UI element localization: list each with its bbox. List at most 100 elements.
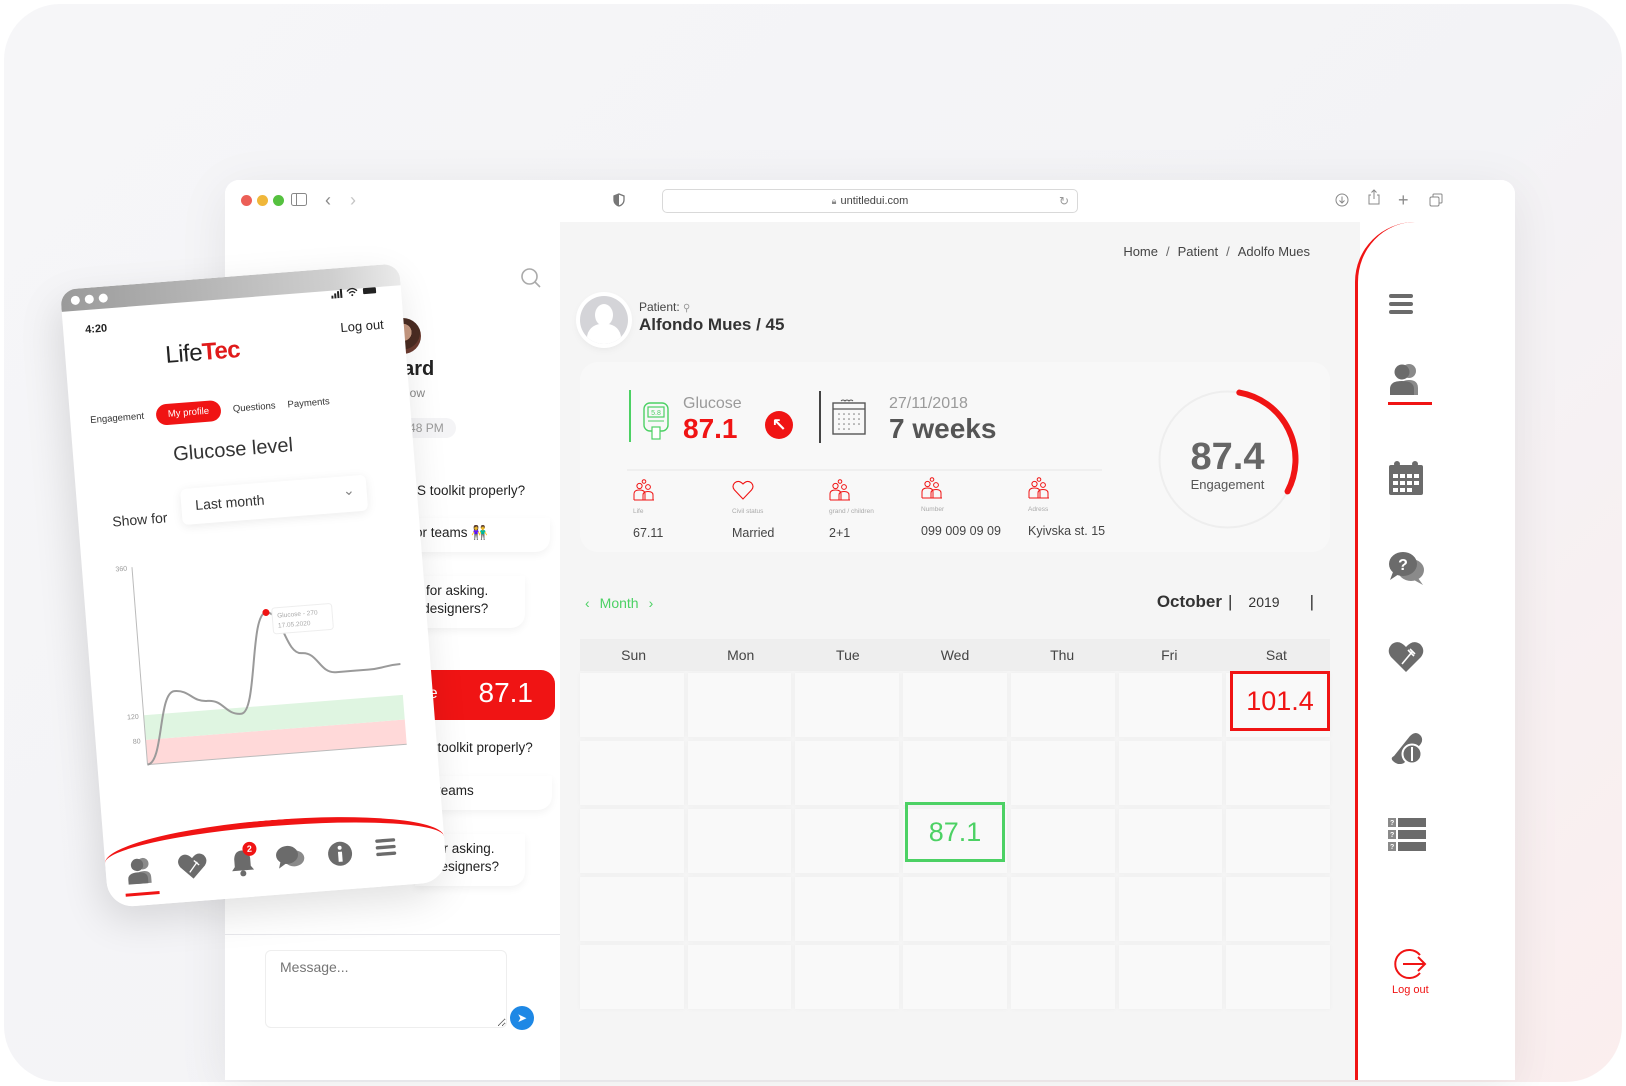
prev-month-button[interactable]: ‹ xyxy=(585,595,590,611)
download-icon[interactable] xyxy=(1335,191,1349,211)
info-value: Married xyxy=(732,526,775,540)
y-tick-label: 80 xyxy=(133,738,141,746)
tab-engagement[interactable]: Engagement xyxy=(90,411,145,426)
calendar-day-cell[interactable] xyxy=(580,673,684,737)
phone-logout-button[interactable]: Log out xyxy=(340,317,384,335)
calendar-day-cell[interactable] xyxy=(1010,877,1115,941)
calendar-day-cell[interactable] xyxy=(580,945,684,1009)
calendar-day-cell[interactable] xyxy=(580,741,684,805)
sidebar-icon[interactable] xyxy=(291,190,307,210)
medication-icon[interactable] xyxy=(1388,728,1436,776)
glucose-reading-high[interactable]: 101.4 xyxy=(1230,671,1330,731)
send-button[interactable]: ➤ xyxy=(510,1006,534,1030)
glucose-reading-normal[interactable]: 87.1 xyxy=(905,802,1005,862)
calendar-day-cell[interactable] xyxy=(903,945,1007,1009)
calendar-day-cell[interactable] xyxy=(903,673,1007,737)
address-bar[interactable]: 🔒︎ untitledui.com ↻ xyxy=(662,189,1078,213)
period-select[interactable]: Last month ⌄ xyxy=(179,474,369,526)
y-tick-label: 120 xyxy=(127,714,139,722)
tabs-icon[interactable] xyxy=(1429,191,1443,211)
logout-icon xyxy=(1394,949,1427,979)
calendar-day-cell[interactable] xyxy=(687,741,792,805)
calendar-day-cell[interactable] xyxy=(903,741,1007,805)
chevron-down-icon: ⌄ xyxy=(342,481,356,499)
duration-value: 7 weeks xyxy=(889,413,997,444)
calendar-day-cell[interactable] xyxy=(687,809,792,873)
calendar-day-cell[interactable] xyxy=(687,945,792,1009)
calendar-day-cell[interactable] xyxy=(795,945,900,1009)
info-icon[interactable] xyxy=(324,840,356,872)
chat-icon[interactable] xyxy=(274,844,306,876)
calendar-year: 2019 xyxy=(1248,594,1280,610)
calendar-day-cell[interactable] xyxy=(1010,809,1115,873)
calendar-day-cell[interactable] xyxy=(795,877,900,941)
calendar-day-cell[interactable] xyxy=(687,673,792,737)
calendar-month: October xyxy=(1156,592,1222,611)
shield-icon[interactable] xyxy=(613,191,625,211)
calendar-day-cell[interactable] xyxy=(1118,673,1223,737)
weekday-label: Thu xyxy=(1050,647,1075,663)
status-bar xyxy=(629,390,631,442)
calendar-day-cell[interactable] xyxy=(1118,877,1223,941)
calendar-day-cell[interactable] xyxy=(1118,809,1223,873)
weekday-label: Sat xyxy=(1265,647,1287,663)
minimize-window-button[interactable] xyxy=(257,195,268,206)
close-window-button[interactable] xyxy=(241,195,252,206)
calendar-day-cell[interactable] xyxy=(687,877,792,941)
patient-search-icon[interactable]: ⚲ xyxy=(683,303,690,314)
calendar-day-cell[interactable] xyxy=(580,809,684,873)
tab-my-profile[interactable]: My profile xyxy=(155,399,222,426)
menu-icon[interactable] xyxy=(370,836,402,868)
patients-icon[interactable] xyxy=(125,855,157,887)
tab-questions[interactable]: Questions xyxy=(233,400,277,414)
family-icon xyxy=(633,479,654,501)
divider xyxy=(819,391,821,443)
calendar-icon[interactable] xyxy=(1388,460,1436,508)
calendar-day-cell[interactable] xyxy=(1010,673,1115,737)
bell-icon[interactable]: 2 xyxy=(226,841,258,879)
calendar-day-cell[interactable] xyxy=(1118,945,1223,1009)
calendar-day-cell[interactable] xyxy=(1118,741,1223,805)
glucose-label: Glucose xyxy=(683,395,742,412)
calendar-day-cell[interactable] xyxy=(1226,741,1330,805)
message-input[interactable] xyxy=(265,950,507,1028)
view-mode-label[interactable]: Month xyxy=(600,595,639,611)
breadcrumb-patient[interactable]: Patient xyxy=(1178,244,1218,259)
calendar-day-cell[interactable] xyxy=(1010,945,1115,1009)
logout-label: Log out xyxy=(1392,984,1429,996)
maximize-window-button[interactable] xyxy=(273,195,284,206)
calendar-day-cell[interactable] xyxy=(795,673,900,737)
divider xyxy=(627,469,1102,471)
calendar-day-cell[interactable] xyxy=(795,741,900,805)
weekday-label: Sun xyxy=(621,647,647,663)
nutrition-icon[interactable] xyxy=(1388,640,1436,688)
breadcrumb-home[interactable]: Home xyxy=(1123,244,1158,259)
logout-button[interactable]: Log out xyxy=(1392,947,1429,996)
calendar-day-cell[interactable] xyxy=(1010,741,1115,805)
reload-icon[interactable]: ↻ xyxy=(1059,190,1069,212)
next-month-button[interactable]: › xyxy=(649,595,654,611)
glucose-bubble-value: 87.1 xyxy=(478,677,534,708)
calendar-day-cell[interactable] xyxy=(1226,809,1330,873)
calendar-day-cell[interactable] xyxy=(1226,877,1330,941)
calendar-day-cell[interactable] xyxy=(1226,945,1330,1009)
back-icon[interactable]: ‹ xyxy=(325,190,331,210)
svg-text:?: ? xyxy=(1390,832,1394,839)
info-value: 2+1 xyxy=(829,526,851,540)
nutrition-icon[interactable] xyxy=(177,851,209,883)
search-icon[interactable] xyxy=(520,267,542,295)
engagement-gauge: 87.4 Engagement xyxy=(1150,382,1305,537)
calendar-day-cell[interactable] xyxy=(795,809,900,873)
patient-stats-card: 5.8 Glucose 87.1 ↖ 27/11/2018 7 weeks Li… xyxy=(580,362,1330,552)
calendar-day-cell[interactable] xyxy=(580,877,684,941)
questionnaire-icon[interactable]: ??? xyxy=(1388,818,1436,866)
questions-icon[interactable]: ? xyxy=(1388,550,1436,598)
new-tab-icon[interactable]: + xyxy=(1398,190,1409,210)
calendar-day-cell[interactable] xyxy=(903,877,1007,941)
tab-payments[interactable]: Payments xyxy=(287,396,330,410)
patient-dashboard: Home / Patient / Adolfo Mues Patient: ⚲ Alfo… xyxy=(560,222,1360,1080)
menu-icon[interactable] xyxy=(1388,292,1436,340)
share-icon[interactable] xyxy=(1367,189,1381,209)
forward-icon[interactable]: › xyxy=(350,190,356,210)
info-number: Number 099 009 09 09 xyxy=(921,477,1001,538)
